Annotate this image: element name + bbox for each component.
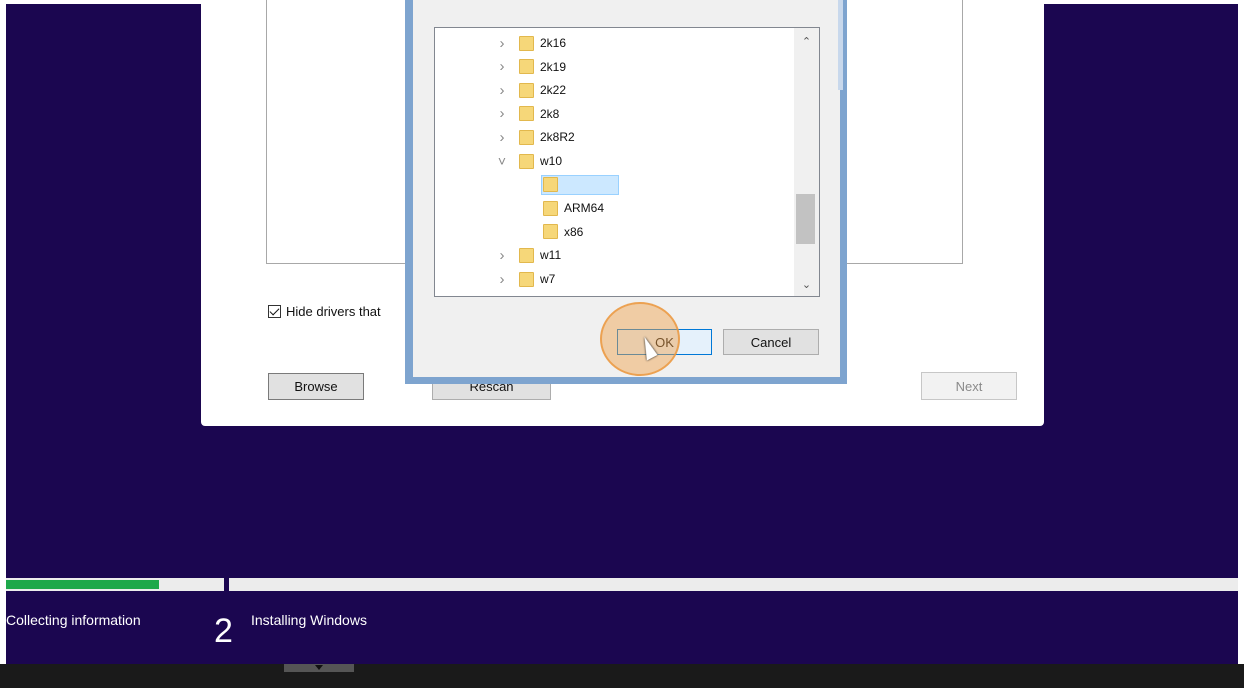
step-collecting-information: Collecting information [6,612,141,628]
tree-item-label: w10 [540,154,563,168]
tree-item[interactable]: › 2k16 [500,32,567,54]
folder-icon [519,271,534,287]
tree-item[interactable]: › 2k8R2 [500,126,575,148]
dialog-edge-highlight [838,0,843,90]
folder-icon [543,177,558,193]
tree-item[interactable]: ˅ w10 [498,150,563,172]
tree-scrollbar[interactable] [794,28,819,296]
chevron-right-icon[interactable]: › [495,58,509,75]
chevron-right-icon[interactable]: › [495,82,509,99]
browse-button[interactable]: Browse [268,373,364,400]
cancel-button[interactable]: Cancel [723,329,819,355]
chevron-right-icon[interactable]: › [495,271,509,288]
chevron-right-icon[interactable]: › [495,247,509,264]
tree-item-label: x86 [564,224,584,239]
tree-item-label: w7 [540,272,556,286]
scroll-down-icon[interactable]: ⌄ [794,272,819,296]
tree-item-label: 2k16 [540,36,567,50]
tree-item-label: w11 [540,248,562,263]
tree-item[interactable]: › 2k22 [500,79,567,101]
step-installing-windows: Installing Windows [251,612,367,628]
folder-icon [519,153,534,169]
hide-drivers-label: Hide drivers that [286,303,381,319]
tree-item-label: 2k22 [540,83,567,98]
folder-icon [543,224,558,240]
folder-icon [519,35,534,51]
folder-tree[interactable]: ›2k16›2k19›2k22›2k8›2k8R2˅w10amd64ARM64x… [434,27,820,297]
next-button[interactable]: Next [921,372,1017,400]
progress-fill [6,580,159,589]
tree-item[interactable]: amd64 [541,174,619,196]
chevron-right-icon[interactable]: › [495,105,509,122]
right-edge [1238,0,1244,688]
tree-item[interactable]: ARM64 [543,197,604,219]
bottom-bar [0,664,1244,688]
tree-item-label: 2k19 [540,59,567,74]
folder-icon [519,59,534,75]
scroll-up-icon[interactable]: ⌃ [794,29,819,53]
folder-icon [519,82,534,98]
hide-drivers-row[interactable]: Hide drivers that [268,303,381,319]
folder-icon [519,106,534,122]
progress-divider [224,575,229,593]
tree-item-label: 2k8R2 [540,130,575,145]
chevron-down-icon[interactable]: ˅ [495,153,509,169]
tree-item-label: 2k8 [540,106,560,121]
step-number: 2 [214,612,233,650]
chevron-right-icon[interactable]: › [495,129,509,146]
tree-item[interactable]: › w11 [500,244,562,266]
chevron-down-icon [315,665,323,670]
tree-item[interactable]: › 2k19 [500,56,567,78]
scroll-thumb[interactable] [796,194,815,244]
tree-item[interactable]: › 2k8 [500,103,560,125]
chevron-right-icon[interactable]: › [495,35,509,52]
folder-icon [543,200,558,216]
folder-icon [519,247,534,263]
folder-icon [519,129,534,145]
hide-drivers-checkbox[interactable] [268,304,281,318]
tree-item[interactable]: › w7 [500,268,556,290]
progress-track [6,578,1238,591]
tree-item[interactable]: x86 [543,221,583,243]
tree-item-label: ARM64 [564,201,605,216]
